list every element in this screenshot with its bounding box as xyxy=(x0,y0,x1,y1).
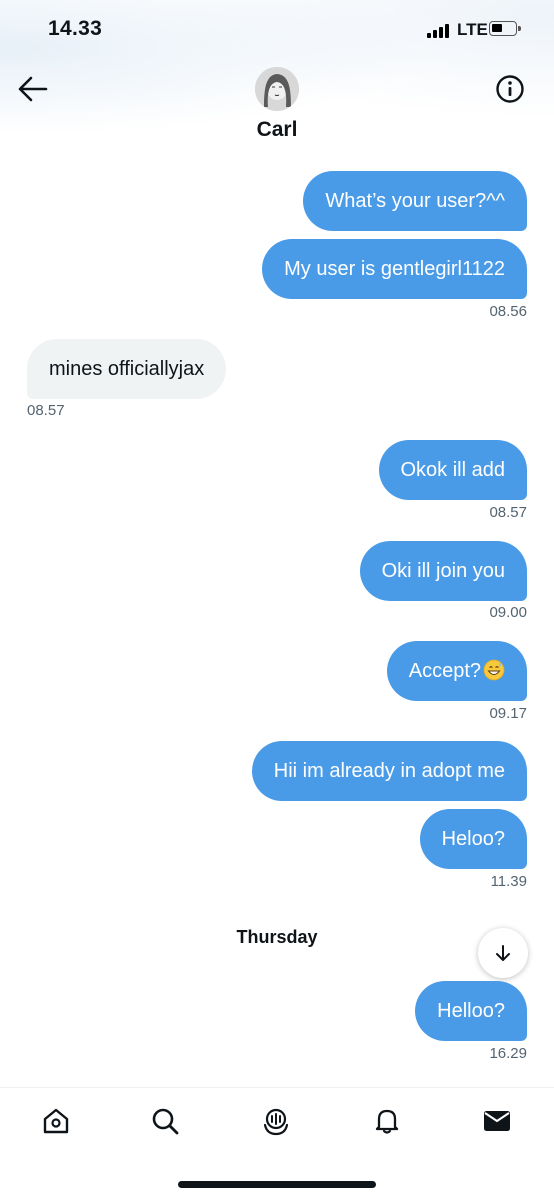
home-icon[interactable] xyxy=(38,1103,74,1139)
message-bubble[interactable]: Hii im already in adopt me xyxy=(251,741,527,801)
scroll-down-button[interactable] xyxy=(478,928,528,978)
message-timestamp: 08.57 xyxy=(27,402,65,419)
bell-icon[interactable] xyxy=(369,1103,405,1139)
message-timestamp: 11.39 xyxy=(490,873,527,890)
message-timestamp: 08.56 xyxy=(489,303,527,320)
message-timestamp: 16.29 xyxy=(489,1045,527,1062)
battery-icon xyxy=(489,21,521,36)
message-timestamp: 09.17 xyxy=(489,705,527,722)
spaces-icon[interactable] xyxy=(258,1103,294,1139)
day-separator: Thursday xyxy=(236,927,318,947)
signal-icon xyxy=(427,24,449,38)
nav-divider xyxy=(0,1087,554,1088)
message-bubble[interactable]: Helloo? xyxy=(415,981,527,1041)
message-bubble[interactable]: What’s your user?^^ xyxy=(303,171,527,231)
message-bubble[interactable]: Heloo? xyxy=(419,809,527,869)
message-bubble[interactable]: My user is gentlegirl1122 xyxy=(262,239,527,299)
grinning-sweat-emoji-icon xyxy=(483,645,505,681)
message-timestamp: 08.57 xyxy=(489,504,527,521)
contact-name[interactable]: Carl xyxy=(0,118,554,142)
messages-icon[interactable] xyxy=(479,1103,515,1139)
back-arrow-icon[interactable] xyxy=(16,74,50,104)
home-indicator xyxy=(178,1181,376,1188)
message-bubble[interactable]: Okok ill add xyxy=(378,440,527,500)
info-icon[interactable] xyxy=(495,74,525,104)
search-icon[interactable] xyxy=(147,1103,183,1139)
message-text: Accept? xyxy=(408,660,481,682)
message-bubble[interactable]: Oki ill join you xyxy=(359,541,527,601)
avatar[interactable] xyxy=(255,67,299,111)
message-bubble[interactable]: mines officiallyjax xyxy=(27,339,227,399)
message-bubble[interactable]: Accept? xyxy=(386,641,527,701)
message-timestamp: 09.00 xyxy=(489,604,527,621)
status-time: 14.33 xyxy=(48,17,103,40)
network-label: LTE xyxy=(457,20,488,39)
arrow-down-icon xyxy=(496,945,510,961)
